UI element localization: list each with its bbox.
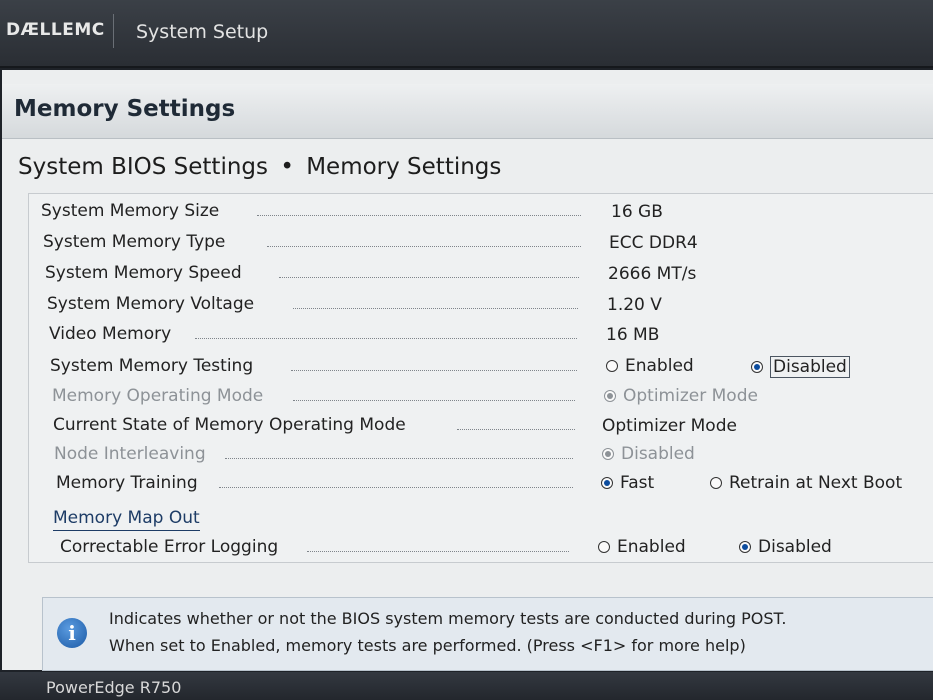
memory-operating-mode-radio: Optimizer Mode [604,386,758,406]
option-label: Enabled [617,537,686,557]
setting-row-memory-voltage: System Memory Voltage 1.20 V [29,290,933,318]
setting-row-memory-map-out: Memory Map Out [29,504,933,532]
radio-circle-selected [739,541,751,553]
option-label: Optimizer Mode [623,386,758,406]
header-divider [113,14,114,48]
radio-circle-selected [604,390,616,402]
app-title: System Setup [136,21,269,43]
setting-value: 16 GB [611,202,663,222]
footer-bar: PowerEdge R750 [0,672,933,700]
radio-circle [710,477,722,489]
setting-label: Video Memory [49,324,172,344]
system-model: PowerEdge R750 [46,678,182,697]
radio-circle [598,541,610,553]
option-label: Disabled [758,537,832,557]
radio-circle-selected [602,448,614,460]
memory-map-out-link[interactable]: Memory Map Out [53,508,200,531]
memory-training-retrain-radio[interactable]: Retrain at Next Boot [710,473,902,493]
setting-row-correctable-error-logging: Correctable Error Logging Enabled Disabl… [29,533,933,561]
option-label: Disabled [770,356,850,378]
setting-value: 16 MB [606,325,660,345]
setting-row-memory-testing: System Memory Testing Enabled Disabled [29,352,933,380]
setting-row-node-interleaving: Node Interleaving Disabled [29,440,933,468]
leader-dots [219,487,573,488]
setting-row-memory-training: Memory Training Fast Retrain at Next Boo… [29,469,933,497]
leader-dots [225,458,573,459]
leader-dots [457,429,575,430]
help-text-line-2: When set to Enabled, memory tests are pe… [109,636,746,655]
radio-circle-selected [751,361,763,373]
page-title: Memory Settings [14,96,236,122]
setting-label: Memory Operating Mode [52,386,264,406]
setting-row-memory-operating-mode: Memory Operating Mode Optimizer Mode [29,382,933,410]
error-logging-disabled-radio[interactable]: Disabled [739,537,832,557]
setting-label: System Memory Voltage [47,294,255,314]
option-label: Fast [620,473,655,493]
setting-value: Optimizer Mode [602,416,737,436]
setting-label: Current State of Memory Operating Mode [53,415,406,435]
leader-dots [267,246,581,247]
option-label: Retrain at Next Boot [729,473,903,493]
setting-row-video-memory: Video Memory 16 MB [29,320,933,348]
setting-label: Memory Training [56,473,198,493]
help-text-line-1: Indicates whether or not the BIOS system… [109,609,787,628]
leader-dots [293,308,578,309]
help-panel: i Indicates whether or not the BIOS syst… [42,597,933,671]
breadcrumb-parent: System BIOS Settings [18,154,268,180]
leader-dots [307,551,569,552]
radio-circle [606,360,618,372]
radio-circle-selected [601,477,613,489]
setting-row-memory-size: System Memory Size 16 GB [29,197,933,225]
breadcrumb: System BIOS Settings • Memory Settings [18,154,501,180]
breadcrumb-separator: • [280,154,294,180]
leader-dots [279,277,579,278]
memory-testing-enabled-radio[interactable]: Enabled [606,356,694,376]
leader-dots [291,370,577,371]
node-interleaving-radio: Disabled [602,444,695,464]
setting-value: 2666 MT/s [608,264,697,284]
option-label: Enabled [625,356,694,376]
setting-label: Node Interleaving [54,444,206,464]
error-logging-enabled-radio[interactable]: Enabled [598,537,686,557]
dell-emc-logo: DÆLLEMC [6,20,105,40]
info-icon: i [57,618,87,648]
setting-label: System Memory Size [41,201,220,221]
option-label: Disabled [621,444,695,464]
top-header: DÆLLEMC System Setup [0,0,933,68]
settings-list: System Memory Size 16 GB System Memory T… [28,193,933,563]
setting-value: ECC DDR4 [609,233,698,253]
main-panel: Memory Settings System BIOS Settings • M… [2,70,933,671]
leader-dots [293,400,575,401]
memory-testing-disabled-radio[interactable]: Disabled [751,356,850,378]
setting-label: Correctable Error Logging [60,537,279,557]
setting-label: System Memory Type [43,232,226,252]
page-title-bar: Memory Settings [2,84,933,139]
setting-row-memory-speed: System Memory Speed 2666 MT/s [29,259,933,287]
memory-training-fast-radio[interactable]: Fast [601,473,654,493]
leader-dots [257,215,581,216]
setting-label: System Memory Speed [45,263,242,283]
leader-dots [195,338,577,339]
setting-row-memory-type: System Memory Type ECC DDR4 [29,228,933,256]
setting-value: 1.20 V [607,295,662,315]
setting-label: System Memory Testing [50,356,254,376]
breadcrumb-current: Memory Settings [306,154,502,180]
setting-row-current-state: Current State of Memory Operating Mode O… [29,411,933,439]
